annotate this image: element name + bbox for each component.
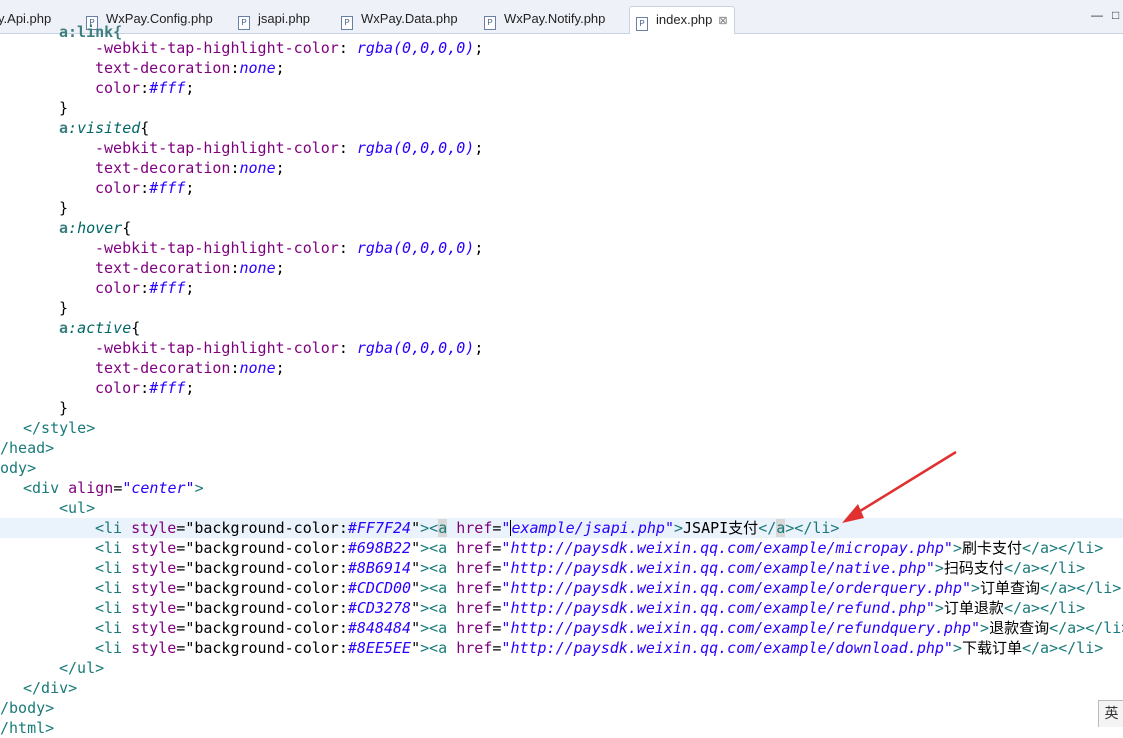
code-editor[interactable]: a:link{ -webkit-tap-highlight-color: rgb… bbox=[0, 23, 1123, 737]
php-file-icon: P bbox=[341, 16, 353, 30]
code-line: </div> bbox=[23, 679, 78, 697]
code-line: a:hover{ bbox=[59, 219, 132, 237]
tab-jsapi[interactable]: Pjsapi.php bbox=[238, 6, 310, 32]
tab-label: WxPay.Notify.php bbox=[504, 11, 606, 26]
code-line: a:active{ bbox=[59, 319, 141, 337]
code-line: } bbox=[59, 299, 69, 317]
code-line-li: <li style="background-color:#8EE5EE"><a … bbox=[95, 639, 1104, 657]
minimize-icon[interactable]: — bbox=[1091, 9, 1103, 21]
code-line: ody> bbox=[0, 459, 37, 477]
maximize-icon[interactable]: □ bbox=[1112, 9, 1122, 21]
code-line: </ul> bbox=[59, 659, 105, 677]
code-line: text-decoration:none; bbox=[95, 159, 285, 177]
code-line: } bbox=[59, 99, 69, 117]
code-line: <div align="center"> bbox=[23, 479, 204, 497]
tab-api-php[interactable]: y.Api.php bbox=[0, 6, 51, 32]
code-line: /html> bbox=[0, 719, 55, 737]
code-line: a:visited{ bbox=[59, 119, 150, 137]
code-line-li: <li style="background-color:#848484"><a … bbox=[95, 619, 1123, 637]
code-line: } bbox=[59, 399, 69, 417]
code-line: -webkit-tap-highlight-color: rgba(0,0,0,… bbox=[95, 239, 484, 257]
editor-tab-bar: y.Api.php P WxPay.Config.php Pjsapi.php P… bbox=[0, 0, 1123, 34]
tab-label: y.Api.php bbox=[0, 11, 52, 26]
php-file-icon: P bbox=[238, 16, 250, 30]
code-line-li: <li style="background-color:#8B6914"><a … bbox=[95, 559, 1086, 577]
tab-index-php[interactable]: Pindex.php ⊠ bbox=[629, 6, 735, 34]
code-line-li: <li style="background-color:#FF7F24"><a … bbox=[95, 519, 840, 537]
tab-label: WxPay.Data.php bbox=[361, 11, 458, 26]
code-line: color:#fff; bbox=[95, 79, 195, 97]
code-line: color:#fff; bbox=[95, 179, 195, 197]
code-line: color:#fff; bbox=[95, 279, 195, 297]
code-line: -webkit-tap-highlight-color: rgba(0,0,0,… bbox=[95, 339, 484, 357]
code-line: -webkit-tap-highlight-color: rgba(0,0,0,… bbox=[95, 139, 484, 157]
code-line: color:#fff; bbox=[95, 379, 195, 397]
code-line-li: <li style="background-color:#698B22"><a … bbox=[95, 539, 1104, 557]
code-line-li: <li style="background-color:#CD3278"><a … bbox=[95, 599, 1086, 617]
code-line: text-decoration:none; bbox=[95, 59, 285, 77]
tab-wxpay-notify[interactable]: P WxPay.Notify.php bbox=[484, 6, 605, 32]
tab-wxpay-data[interactable]: P WxPay.Data.php bbox=[341, 6, 458, 32]
php-file-icon: P bbox=[636, 17, 648, 31]
code-line: </style> bbox=[23, 419, 96, 437]
php-file-icon: P bbox=[484, 16, 496, 30]
code-line: text-decoration:none; bbox=[95, 259, 285, 277]
ime-indicator[interactable]: 英 bbox=[1098, 700, 1123, 727]
tab-label: index.php bbox=[656, 12, 713, 27]
code-line: } bbox=[59, 199, 69, 217]
code-line: text-decoration:none; bbox=[95, 359, 285, 377]
code-line: /head> bbox=[0, 439, 55, 457]
code-line: <ul> bbox=[59, 499, 96, 517]
tab-label: jsapi.php bbox=[258, 11, 311, 26]
code-line-li: <li style="background-color:#CDCD00"><a … bbox=[95, 579, 1122, 597]
code-line: -webkit-tap-highlight-color: rgba(0,0,0,… bbox=[95, 39, 484, 57]
code-line: /body> bbox=[0, 699, 55, 717]
close-tab-icon[interactable]: ⊠ bbox=[718, 15, 727, 27]
